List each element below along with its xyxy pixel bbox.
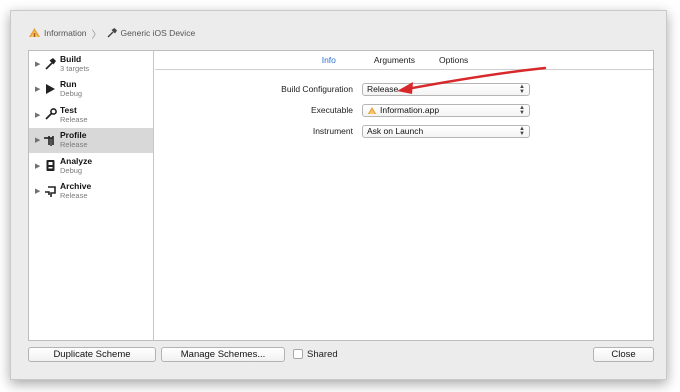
action-detail: Release bbox=[60, 140, 88, 150]
action-detail: Release bbox=[60, 191, 88, 201]
scheme-actions-sidebar: ▶ Build 3 targets ▶ Run Debug ▶ Test Releas… bbox=[29, 51, 154, 340]
action-detail: Release bbox=[60, 114, 88, 124]
instrument-value: Ask on Launch bbox=[367, 126, 424, 136]
breadcrumb-separator: 〉 bbox=[91, 29, 102, 41]
hammer-icon bbox=[107, 27, 118, 40]
close-button[interactable]: Close bbox=[593, 347, 654, 362]
manage-schemes-button[interactable]: Manage Schemes... bbox=[161, 347, 285, 362]
shared-checkbox-row[interactable]: Shared bbox=[293, 347, 338, 361]
instrument-popup[interactable]: Ask on Launch ▲ ▼ bbox=[362, 124, 530, 138]
wrench-icon bbox=[43, 108, 57, 122]
chevron-updown-icon: ▲ ▼ bbox=[519, 104, 525, 116]
sidebar-item-test[interactable]: ▶ Test Release bbox=[29, 102, 153, 128]
action-name: Run bbox=[60, 79, 77, 90]
disclosure-triangle-icon[interactable]: ▶ bbox=[35, 85, 43, 93]
action-settings: Info Arguments Options Build Configurati… bbox=[155, 51, 653, 340]
sidebar-item-build[interactable]: ▶ Build 3 targets bbox=[29, 51, 153, 77]
breadcrumb-scheme[interactable]: Information bbox=[44, 28, 87, 38]
action-detail: Debug bbox=[60, 165, 83, 175]
tuning-fork-icon bbox=[43, 133, 57, 147]
executable-row: Executable Information.app ▲ ▼ bbox=[155, 103, 653, 117]
executable-value: Information.app bbox=[380, 105, 440, 115]
chevron-updown-icon: ▲ ▼ bbox=[519, 125, 525, 137]
sidebar-item-archive[interactable]: ▶ Archive Release bbox=[29, 179, 153, 205]
disclosure-triangle-icon[interactable]: ▶ bbox=[35, 162, 43, 170]
executable-label: Executable bbox=[310, 105, 353, 115]
disclosure-triangle-icon[interactable]: ▶ bbox=[35, 187, 43, 195]
hammer-icon bbox=[43, 57, 57, 71]
app-icon bbox=[367, 106, 377, 115]
action-name: Test bbox=[60, 104, 77, 115]
shared-label: Shared bbox=[307, 348, 338, 360]
annotation-arrow bbox=[397, 66, 547, 94]
sidebar-item-analyze[interactable]: ▶ Analyze Debug bbox=[29, 153, 153, 179]
action-name: Build bbox=[60, 53, 82, 64]
app-icon bbox=[28, 27, 41, 40]
instrument-row: Instrument Ask on Launch ▲ ▼ bbox=[155, 124, 653, 138]
archive-icon bbox=[43, 184, 57, 198]
disclosure-triangle-icon[interactable]: ▶ bbox=[35, 136, 43, 144]
action-detail: Debug bbox=[60, 89, 83, 99]
breadcrumb-destination[interactable]: Generic iOS Device bbox=[121, 28, 196, 38]
sidebar-item-run[interactable]: ▶ Run Debug bbox=[29, 77, 153, 103]
action-name: Profile bbox=[60, 130, 87, 141]
build-configuration-label: Build Configuration bbox=[281, 84, 353, 94]
sidebar-item-profile[interactable]: ▶ Profile Release bbox=[29, 127, 153, 153]
action-name: Analyze bbox=[60, 155, 93, 166]
action-name: Archive bbox=[60, 181, 92, 192]
breadcrumb: Information 〉 Generic iOS Device bbox=[28, 26, 196, 41]
disclosure-triangle-icon[interactable]: ▶ bbox=[35, 111, 43, 119]
tab-info[interactable]: Info bbox=[310, 51, 348, 69]
scheme-editor-sheet: Information 〉 Generic iOS Device ▶ Build… bbox=[10, 10, 667, 380]
instrument-label: Instrument bbox=[312, 126, 353, 136]
executable-popup[interactable]: Information.app ▲ ▼ bbox=[362, 103, 530, 117]
play-icon bbox=[43, 82, 57, 96]
disclosure-triangle-icon[interactable]: ▶ bbox=[35, 60, 43, 68]
duplicate-scheme-button[interactable]: Duplicate Scheme bbox=[28, 347, 156, 362]
analyze-icon bbox=[43, 159, 57, 173]
editor-panel: ▶ Build 3 targets ▶ Run Debug ▶ Test Releas… bbox=[28, 50, 654, 341]
shared-checkbox[interactable] bbox=[293, 349, 303, 359]
action-detail: 3 targets bbox=[60, 63, 90, 73]
